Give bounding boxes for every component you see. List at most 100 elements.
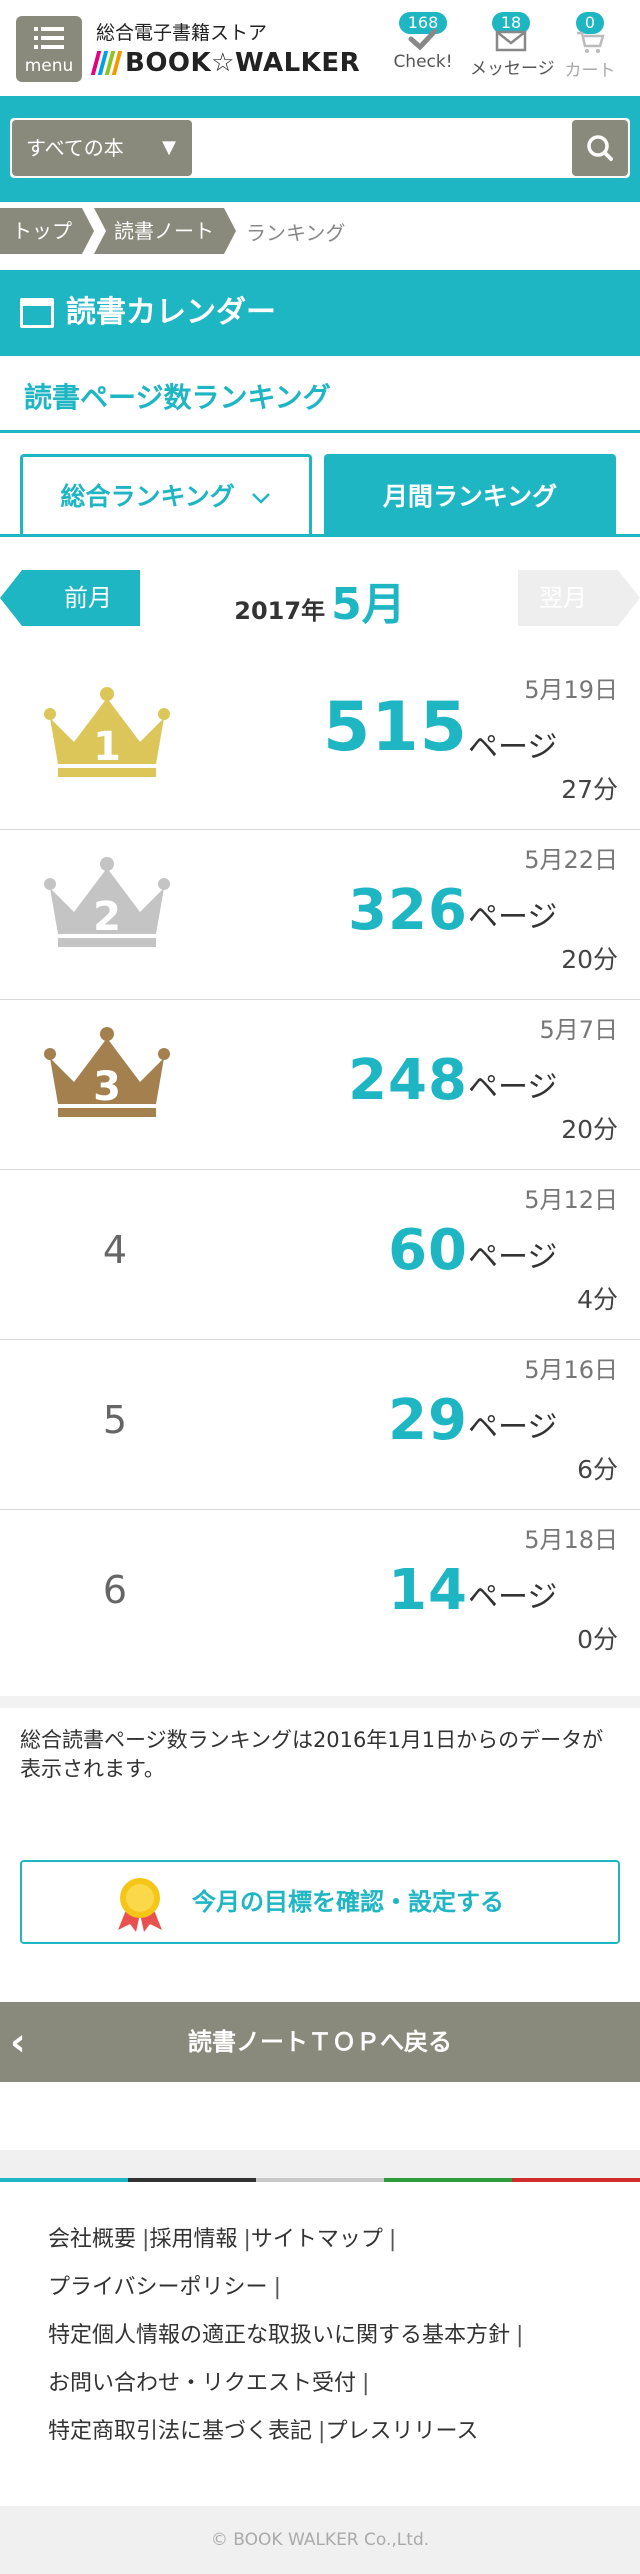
ranking-date: 5月12日 bbox=[524, 1186, 618, 1214]
footer-line: 特定個人情報の適正な取扱いに関する基本方針 | bbox=[48, 2323, 524, 2348]
cart-label: カート bbox=[564, 61, 616, 81]
footer-line: 会社概要 |採用情報 |サイトマップ | bbox=[48, 2227, 397, 2252]
ranking-date: 5月22日 bbox=[524, 846, 618, 874]
tab-divider bbox=[0, 534, 640, 537]
goal-settings-button[interactable]: 今月の目標を確認・設定する bbox=[20, 1860, 620, 1944]
search-button[interactable] bbox=[572, 120, 628, 176]
subtitle-divider bbox=[0, 430, 640, 433]
breadcrumb-current: ランキング bbox=[246, 220, 346, 245]
ranking-pages: 14 bbox=[388, 1558, 468, 1623]
ranking-pages: 326 bbox=[348, 878, 468, 943]
bookwalker-logo[interactable]: BOOK☆WALKER bbox=[90, 48, 360, 78]
back-to-top-button[interactable]: ‹ 読書ノートＴＯＰへ戻る bbox=[0, 2002, 640, 2082]
rank-number: 5 bbox=[102, 1398, 128, 1442]
footer-link-personal-info-policy[interactable]: 特定個人情報の適正な取扱いに関する基本方針 bbox=[48, 2323, 510, 2348]
footer-link-privacy[interactable]: プライバシーポリシー bbox=[48, 2275, 268, 2300]
ranking-pages-unit: ページ bbox=[468, 1580, 558, 1615]
dropdown-triangle-icon: ▼ bbox=[162, 137, 176, 158]
ranking-minutes: 0分 bbox=[577, 1625, 618, 1654]
logo-stripes-icon bbox=[90, 51, 123, 75]
footer-line: プライバシーポリシー | bbox=[48, 2275, 281, 2300]
current-month-value: 5月 bbox=[331, 579, 406, 630]
tab-monthly-ranking[interactable]: 月間ランキング bbox=[324, 454, 616, 536]
page-title: 読書カレンダー bbox=[66, 295, 276, 330]
ranking-row-4: 4 5月12日 60 ページ 4分 bbox=[0, 1170, 640, 1340]
menu-icon bbox=[34, 26, 64, 56]
messages-badge: 18 bbox=[491, 12, 531, 34]
copyright: © BOOK WALKER Co.,Ltd. bbox=[0, 2506, 640, 2574]
envelope-icon bbox=[495, 30, 527, 52]
footer-link-commercial-law[interactable]: 特定商取引法に基づく表記 bbox=[48, 2419, 312, 2444]
menu-button[interactable]: menu bbox=[16, 16, 82, 82]
rank-number: 1 bbox=[93, 724, 121, 770]
ranking-minutes: 6分 bbox=[577, 1455, 618, 1484]
search-icon bbox=[587, 135, 613, 161]
footer-link-press[interactable]: プレスリリース bbox=[325, 2419, 478, 2444]
messages-label: メッセージ bbox=[470, 59, 555, 79]
rank-number: 4 bbox=[102, 1228, 128, 1272]
ranking-pages-unit: ページ bbox=[468, 1240, 558, 1275]
ranking-pages: 29 bbox=[388, 1388, 468, 1453]
breadcrumb-reading-note[interactable]: 読書ノート bbox=[94, 208, 236, 254]
check-badge: 168 bbox=[398, 12, 448, 34]
ranking-row-3: 3 5月7日 248 ページ 20分 bbox=[0, 1000, 640, 1170]
ranking-pages-unit: ページ bbox=[468, 730, 558, 765]
tab-overall-ranking[interactable]: 総合ランキング bbox=[20, 454, 312, 536]
rank-number: 6 bbox=[102, 1568, 128, 1612]
cart-button[interactable]: 0 カート bbox=[562, 12, 618, 81]
messages-button[interactable]: 18 メッセージ bbox=[470, 12, 555, 79]
rank-number: 3 bbox=[93, 1064, 121, 1110]
ranking-pages-unit: ページ bbox=[468, 1070, 558, 1105]
gold-crown-icon: 1 bbox=[44, 687, 170, 777]
check-label: Check! bbox=[393, 52, 453, 72]
footer-link-contact[interactable]: お問い合わせ・リクエスト受付 bbox=[48, 2371, 356, 2396]
breadcrumb-top[interactable]: トップ bbox=[0, 208, 94, 254]
footer-line: お問い合わせ・リクエスト受付 | bbox=[48, 2371, 370, 2396]
search-input[interactable] bbox=[200, 124, 560, 172]
ranking-date: 5月16日 bbox=[524, 1356, 618, 1384]
header: menu 総合電子書籍ストア BOOK☆WALKER 168 Check! 18… bbox=[0, 0, 640, 96]
search-category-select[interactable]: すべての本 ▼ bbox=[12, 120, 192, 176]
ranking-pages-unit: ページ bbox=[468, 900, 558, 935]
ranking-row-6: 6 5月18日 14 ページ 0分 bbox=[0, 1510, 640, 1680]
calendar-icon bbox=[20, 298, 54, 328]
rank-number: 2 bbox=[93, 894, 121, 940]
silver-crown-icon: 2 bbox=[44, 857, 170, 947]
ranking-row-1: 1 5月19日 515 ページ 27分 bbox=[0, 660, 640, 830]
chevron-down-icon bbox=[252, 493, 271, 504]
tab-monthly-label: 月間ランキング bbox=[382, 482, 558, 511]
ranking-row-2: 2 5月22日 326 ページ 20分 bbox=[0, 830, 640, 1000]
store-subtitle: 総合電子書籍ストア bbox=[96, 22, 268, 44]
ranking-row-5: 5 5月16日 29 ページ 6分 bbox=[0, 1340, 640, 1510]
medal-icon bbox=[118, 1878, 162, 1932]
next-month-button[interactable]: 翌月 bbox=[518, 570, 640, 626]
search-category-value: すべての本 bbox=[26, 136, 124, 160]
footer-link-careers[interactable]: 採用情報 bbox=[149, 2227, 237, 2252]
footer-link-sitemap[interactable]: サイトマップ bbox=[251, 2227, 383, 2252]
menu-label: menu bbox=[24, 56, 74, 76]
ranking-date: 5月7日 bbox=[539, 1016, 618, 1044]
check-button[interactable]: 168 Check! bbox=[388, 12, 458, 72]
footer-links: 会社概要 |採用情報 |サイトマップ | プライバシーポリシー | 特定個人情報の適正な… bbox=[0, 2182, 640, 2506]
ranking-date: 5月18日 bbox=[524, 1526, 618, 1554]
ranking-subtitle: 読書ページ数ランキング bbox=[24, 381, 331, 414]
back-to-top-label: 読書ノートＴＯＰへ戻る bbox=[188, 2028, 452, 2056]
section-header: 読書カレンダー bbox=[0, 270, 640, 356]
ranking-note: 総合読書ページ数ランキングは2016年1月1日からのデータが表示されます。 bbox=[20, 1728, 604, 1781]
breadcrumb: トップ 読書ノート ランキング bbox=[0, 208, 640, 254]
section-divider bbox=[0, 1696, 640, 1708]
month-navigation: 前月 2017年 5月 翌月 bbox=[0, 568, 640, 630]
ranking-minutes: 27分 bbox=[561, 775, 618, 804]
footer-line: 特定商取引法に基づく表記 |プレスリリース bbox=[48, 2419, 479, 2444]
ranking-pages-unit: ページ bbox=[468, 1410, 558, 1445]
tab-overall-label: 総合ランキング bbox=[60, 482, 235, 511]
footer-link-company[interactable]: 会社概要 bbox=[48, 2227, 136, 2252]
current-year: 2017年 bbox=[234, 597, 326, 625]
ranking-minutes: 4分 bbox=[577, 1285, 618, 1314]
ranking-date: 5月19日 bbox=[524, 676, 618, 704]
search-bar: すべての本 ▼ bbox=[0, 96, 640, 202]
ranking-minutes: 20分 bbox=[561, 1115, 618, 1144]
goal-settings-label: 今月の目標を確認・設定する bbox=[192, 1888, 504, 1916]
bronze-crown-icon: 3 bbox=[44, 1027, 170, 1117]
ranking-pages: 515 bbox=[323, 688, 468, 767]
